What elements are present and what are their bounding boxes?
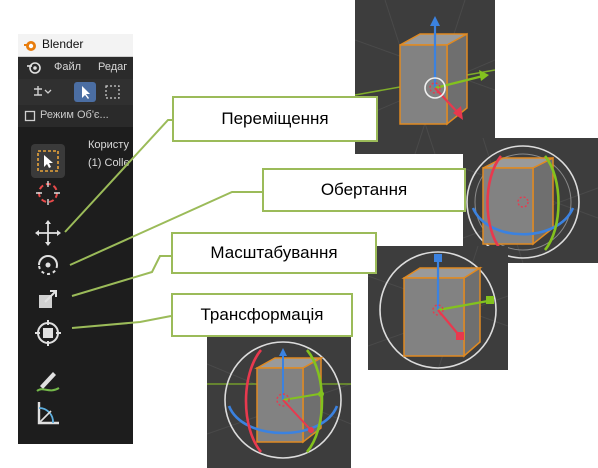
callout-scale: Масштабування	[171, 232, 377, 274]
callout-transform: Трансформація	[171, 293, 353, 337]
callout-move: Переміщення	[172, 96, 378, 142]
callout-rotate: Обертання	[262, 168, 466, 212]
